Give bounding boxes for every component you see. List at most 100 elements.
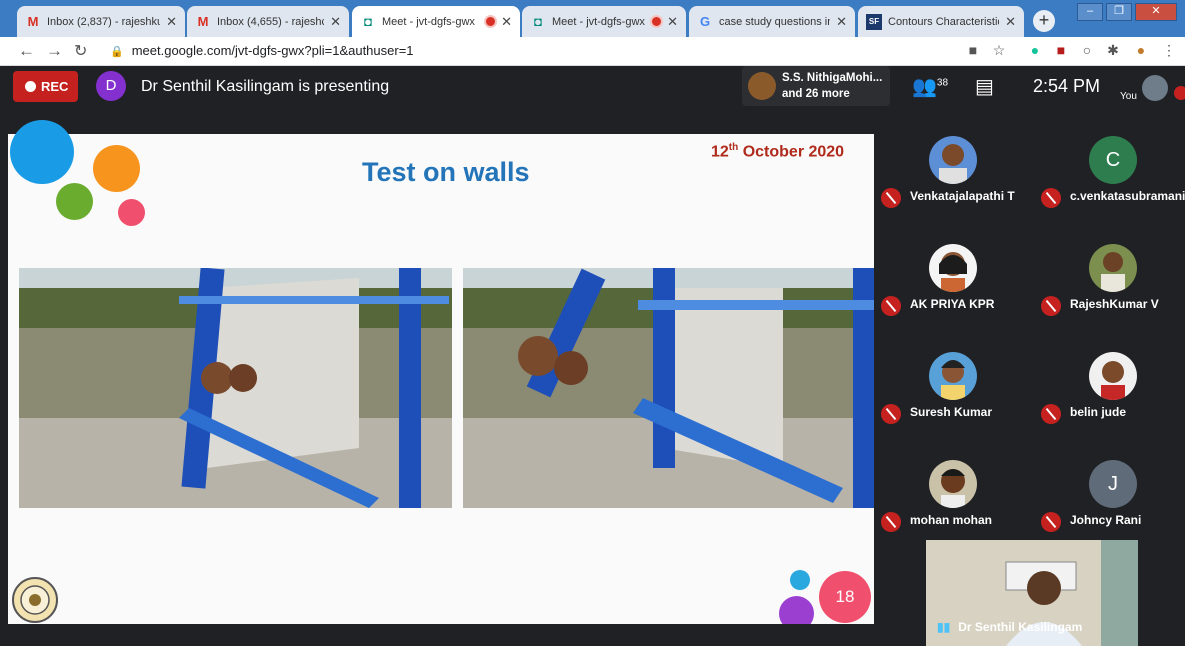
tab-title: case study questions in c <box>719 15 831 28</box>
participant-tile[interactable]: Suresh Kumar <box>874 324 1034 432</box>
camera-icon[interactable]: ■ <box>964 41 982 59</box>
new-tab-button[interactable]: + <box>1033 10 1055 32</box>
profile-avatar-icon[interactable]: ● <box>1132 41 1150 59</box>
decor-circle <box>56 183 93 220</box>
self-avatar <box>1142 75 1168 101</box>
participant-avatar <box>748 72 776 100</box>
extensions-puzzle-icon[interactable]: ✱ <box>1104 41 1122 59</box>
participant-name: c.venkatasubramani... <box>1070 189 1185 203</box>
people-icon: 👥 <box>912 76 937 98</box>
date-day: 12 <box>711 143 729 161</box>
reload-icon[interactable]: ↻ <box>74 41 87 61</box>
mic-muted-icon <box>1041 404 1061 424</box>
participant-name: Johncy Rani <box>1070 513 1142 527</box>
participant-initial-avatar: J <box>1089 460 1137 508</box>
tab-gmail-2[interactable]: M Inbox (4,655) - rajeshcit2 ✕ <box>187 6 349 37</box>
back-icon[interactable]: ← <box>18 41 35 61</box>
participant-photo <box>929 136 977 184</box>
wall-test-photo-2 <box>463 268 874 508</box>
recording-indicator-icon <box>652 17 662 26</box>
bottom-bar <box>8 624 874 646</box>
participant-tile[interactable]: belin jude <box>1034 324 1185 432</box>
mic-muted-icon <box>881 404 901 424</box>
menu-dots-icon[interactable]: ⋮ <box>1160 41 1178 59</box>
participant-photo <box>929 352 977 400</box>
mic-muted-icon <box>1041 296 1061 316</box>
participant-name: Venkatajalapathi T <box>910 189 1015 203</box>
gmail-icon: M <box>27 14 39 29</box>
self-name: Dr Senthil Kasilingam <box>958 620 1083 634</box>
participant-tile[interactable]: J Johncy Rani <box>1034 432 1185 540</box>
participant-name: RajeshKumar V <box>1070 297 1159 311</box>
presenting-text: Dr Senthil Kasilingam is presenting <box>141 78 390 95</box>
gmail-icon: M <box>197 14 209 29</box>
participant-name: AK PRIYA KPR <box>910 297 995 311</box>
close-tab-icon[interactable]: ✕ <box>166 14 177 30</box>
recording-badge[interactable]: REC <box>13 71 78 102</box>
participant-tile[interactable]: C c.venkatasubramani... <box>1034 108 1185 216</box>
participant-name: Suresh Kumar <box>910 405 993 419</box>
close-tab-icon[interactable]: ✕ <box>330 14 341 30</box>
self-muted-icon <box>1174 86 1185 100</box>
pdf-icon[interactable]: ■ <box>1052 41 1070 59</box>
close-tab-icon[interactable]: ✕ <box>667 14 678 30</box>
self-video-label: ▮▮ Dr Senthil Kasilingam <box>937 620 1082 634</box>
close-tab-icon[interactable]: ✕ <box>1005 14 1016 30</box>
circle-extension-icon[interactable]: ○ <box>1078 41 1096 59</box>
sf-icon: SF <box>866 13 882 30</box>
tab-title: Meet - jvt-dgfs-gwx <box>382 15 475 28</box>
decor-circle <box>790 570 810 590</box>
participant-name: belin jude <box>1070 405 1127 419</box>
participant-tile[interactable]: RajeshKumar V <box>1034 216 1185 324</box>
right-strip <box>1138 540 1185 646</box>
others-line1: S.S. NithigaMohi... <box>782 72 883 84</box>
restore-icon[interactable]: ❐ <box>1106 3 1132 21</box>
participant-photo <box>929 244 977 292</box>
tab-gmail-1[interactable]: M Inbox (2,837) - rajeshkur ✕ <box>17 6 185 37</box>
mic-muted-icon <box>881 296 901 316</box>
tab-title: Inbox (2,837) - rajeshkur <box>47 15 161 28</box>
lock-icon: 🔒 <box>110 46 124 58</box>
forward-icon[interactable]: → <box>46 41 63 61</box>
presentation-slide: Test on walls 12th October 2020 18 <box>8 120 874 631</box>
chat-icon[interactable]: ▤ <box>975 74 994 99</box>
participant-grid: Venkatajalapathi T C c.venkatasubramani.… <box>874 108 1185 540</box>
presenter-avatar: D <box>96 71 126 101</box>
other-participants-chip[interactable]: S.S. NithigaMohi... and 26 more <box>742 66 890 106</box>
decor-circle <box>118 199 145 226</box>
wall-test-photo-1 <box>19 268 452 508</box>
tab-meet-active[interactable]: ◘ Meet - jvt-dgfs-gwx ✕ <box>352 6 520 37</box>
slide-number: 18 <box>819 571 871 623</box>
date-suffix: th <box>728 142 739 153</box>
participant-photo <box>929 460 977 508</box>
tab-meet-2[interactable]: ◘ Meet - jvt-dgfs-gwx ✕ <box>522 6 686 37</box>
participant-tile[interactable]: mohan mohan <box>874 432 1034 540</box>
slide-date: 12th October 2020 <box>711 142 844 161</box>
participant-tile[interactable]: AK PRIYA KPR <box>874 216 1034 324</box>
people-button[interactable]: 👥38 <box>912 74 948 99</box>
tab-title: Contours Characteristics <box>888 15 1000 28</box>
participant-photo <box>1089 352 1137 400</box>
tab-contours[interactable]: SF Contours Characteristics ✕ <box>858 6 1024 37</box>
participant-name: mohan mohan <box>910 513 993 527</box>
recording-indicator-icon <box>486 17 496 26</box>
close-window-icon[interactable]: ✕ <box>1135 3 1177 21</box>
minimize-icon[interactable]: – <box>1077 3 1103 21</box>
tab-google-search[interactable]: G case study questions in c ✕ <box>689 6 855 37</box>
window-controls: – ❐ ✕ <box>1077 3 1177 21</box>
close-tab-icon[interactable]: ✕ <box>836 14 847 30</box>
others-label: S.S. NithigaMohi... and 26 more <box>782 70 882 102</box>
date-rest: October 2020 <box>738 143 845 161</box>
grammarly-icon[interactable]: ● <box>1026 41 1044 59</box>
browser-toolbar: ← → ↻ 🔒 meet.google.com/jvt-dgfs-gwx?pli=… <box>0 37 1185 66</box>
close-tab-icon[interactable]: ✕ <box>501 14 512 30</box>
participant-initial-avatar: C <box>1089 136 1137 184</box>
mic-muted-icon <box>1041 188 1061 208</box>
bookmark-star-icon[interactable]: ☆ <box>990 41 1008 59</box>
decor-circle <box>10 120 74 184</box>
institution-emblem <box>11 576 59 624</box>
address-bar[interactable]: 🔒 meet.google.com/jvt-dgfs-gwx?pli=1&auth… <box>100 40 950 62</box>
participant-tile[interactable]: Venkatajalapathi T <box>874 108 1034 216</box>
participant-count: 38 <box>936 77 949 89</box>
meet-icon: ◘ <box>364 14 372 29</box>
